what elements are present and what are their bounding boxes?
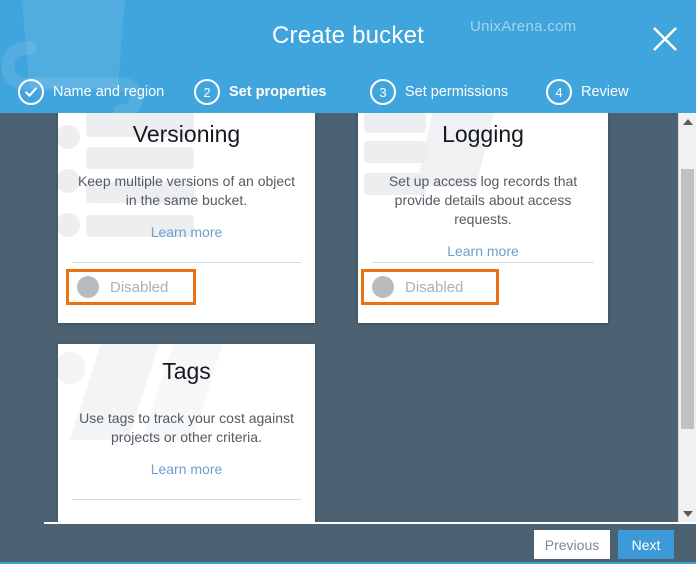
vertical-scrollbar[interactable] bbox=[678, 113, 696, 522]
step-label-name-and-region: Name and region bbox=[53, 84, 165, 100]
learn-more-link-tags[interactable]: Learn more bbox=[72, 461, 301, 477]
scrollbar-thumb[interactable] bbox=[681, 169, 694, 429]
step-badge-3: 3 bbox=[370, 79, 396, 105]
dialog-footer: Previous Next bbox=[0, 522, 696, 564]
step-badge-4: 4 bbox=[546, 79, 572, 105]
card-tags[interactable]: Tags Use tags to track your cost against… bbox=[58, 344, 315, 522]
toggle-knob-icon bbox=[77, 276, 99, 298]
learn-more-link-versioning[interactable]: Learn more bbox=[72, 224, 301, 240]
step-badge-2: 2 bbox=[194, 79, 220, 105]
card-versioning[interactable]: Versioning Keep multiple versions of an … bbox=[58, 113, 315, 323]
logging-toggle[interactable]: Disabled bbox=[361, 269, 499, 305]
card-divider bbox=[72, 262, 301, 263]
card-divider bbox=[72, 499, 301, 500]
next-button[interactable]: Next bbox=[618, 530, 674, 559]
step-item-set-permissions[interactable]: 3 Set permissions bbox=[370, 74, 508, 110]
card-title-logging: Logging bbox=[442, 121, 524, 147]
close-button[interactable] bbox=[648, 22, 682, 56]
step-label-review: Review bbox=[581, 84, 629, 100]
logging-toggle-label: Disabled bbox=[405, 278, 464, 296]
step-badge-check bbox=[18, 79, 44, 105]
triangle-up-icon bbox=[682, 118, 693, 125]
step-label-set-permissions: Set permissions bbox=[405, 84, 509, 100]
card-divider bbox=[372, 262, 594, 263]
scroll-up-button[interactable] bbox=[679, 113, 696, 130]
close-icon bbox=[653, 27, 677, 51]
card-title-versioning: Versioning bbox=[132, 121, 241, 147]
versioning-toggle-label: Disabled bbox=[110, 278, 169, 296]
step-item-review[interactable]: 4 Review bbox=[546, 74, 629, 110]
card-description-tags: Use tags to track your cost against proj… bbox=[79, 410, 294, 445]
previous-button[interactable]: Previous bbox=[534, 530, 610, 559]
step-item-set-properties[interactable]: 2 Set properties bbox=[194, 74, 327, 110]
triangle-down-icon bbox=[682, 510, 693, 517]
card-description-versioning: Keep multiple versions of an object in t… bbox=[77, 173, 296, 208]
scroll-down-button[interactable] bbox=[679, 505, 696, 522]
properties-scroll-area[interactable]: Versioning Keep multiple versions of an … bbox=[0, 113, 696, 522]
versioning-toggle[interactable]: Disabled bbox=[66, 269, 196, 305]
dialog-header: Create bucket UnixArena.com Name and reg… bbox=[0, 0, 696, 113]
toggle-knob-icon bbox=[372, 276, 394, 298]
card-title-tags: Tags bbox=[162, 358, 211, 384]
check-icon bbox=[25, 87, 37, 97]
footer-divider bbox=[44, 522, 696, 524]
page-title: Create bucket bbox=[271, 22, 424, 49]
card-description-logging: Set up access log records that provide d… bbox=[388, 173, 578, 227]
step-item-name-and-region[interactable]: Name and region bbox=[18, 74, 164, 110]
step-label-set-properties: Set properties bbox=[229, 84, 327, 100]
learn-more-link-logging[interactable]: Learn more bbox=[372, 243, 594, 259]
step-indicator: Name and region 2 Set properties 3 Set p… bbox=[0, 74, 696, 110]
card-logging[interactable]: Logging Set up access log records that p… bbox=[358, 113, 608, 323]
site-watermark: UnixArena.com bbox=[470, 18, 577, 35]
